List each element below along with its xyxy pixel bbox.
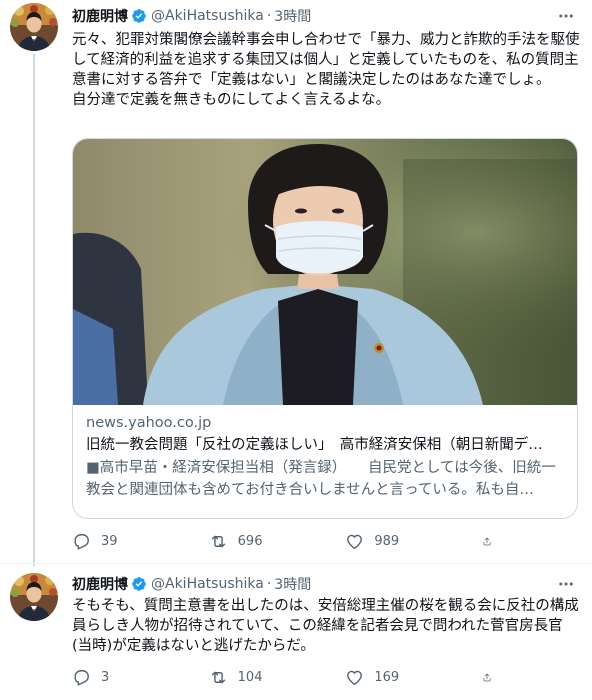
retweet-icon [209,532,228,551]
like-button[interactable]: 169 [345,668,465,687]
tweet[interactable]: 初鹿明博 @AkiHatsushika · 3時間 そもそも、質問主意書を出した… [0,566,592,700]
reply-count: 39 [101,533,118,549]
like-button[interactable]: 989 [345,532,465,551]
author-name[interactable]: 初鹿明博 [72,6,128,26]
avatar[interactable] [10,573,58,621]
retweet-count: 104 [237,669,263,685]
thread-line [33,54,35,566]
retweet-icon [209,668,228,687]
like-count: 169 [374,669,400,685]
retweet-count: 696 [237,533,263,549]
separator-dot: · [266,576,272,592]
like-icon [345,668,364,687]
more-icon[interactable] [556,6,576,26]
tweet-header: 初鹿明博 @AkiHatsushika · 3時間 [72,574,311,594]
card-image [73,139,577,405]
divider [0,563,592,564]
share-icon [482,532,492,551]
card-domain: news.yahoo.co.jp [86,415,212,431]
reply-count: 3 [101,669,110,685]
author-handle[interactable]: @AkiHatsushika [151,576,264,592]
share-button[interactable] [482,532,502,551]
tweet-actions: 39 696 989 [72,531,502,551]
author-handle[interactable]: @AkiHatsushika [151,8,264,24]
more-icon[interactable] [556,574,576,594]
like-count: 989 [374,533,400,549]
verified-badge-icon [131,8,147,24]
share-button[interactable] [482,668,502,687]
retweet-button[interactable]: 104 [209,668,329,687]
card-meta: news.yahoo.co.jp 旧統一教会問題「反社の定義ほしい」 高市経済安… [86,413,566,501]
tweet-header: 初鹿明博 @AkiHatsushika · 3時間 [72,6,311,26]
tweet[interactable]: 初鹿明博 @AkiHatsushika · 3時間 元々、犯罪対策閣僚会議幹事会… [0,0,592,566]
like-icon [345,532,364,551]
reply-button[interactable]: 3 [72,668,192,687]
reply-icon [72,668,91,687]
separator-dot: · [266,8,272,24]
timestamp[interactable]: 3時間 [274,574,311,594]
reply-button[interactable]: 39 [72,532,192,551]
link-card[interactable]: news.yahoo.co.jp 旧統一教会問題「反社の定義ほしい」 高市経済安… [72,138,578,519]
tweet-text: 元々、犯罪対策閣僚会議幹事会申し合わせで「暴力、威力と詐欺的手法を駆使して経済的… [72,32,580,108]
card-description: ■高市早苗・経済安保担当相（発言録） 自民党としては今後、旧統一教会と関連団体も… [86,460,556,498]
tweet-text: そもそも、質問主意書を出したのは、安倍総理主催の桜を観る会に反社の構成員らしき人… [72,598,579,654]
reply-icon [72,532,91,551]
retweet-button[interactable]: 696 [209,532,329,551]
tweet-actions: 3 104 169 [72,667,502,687]
author-name[interactable]: 初鹿明博 [72,574,128,594]
share-icon [482,668,492,687]
avatar[interactable] [10,3,58,51]
timestamp[interactable]: 3時間 [274,6,311,26]
card-title: 旧統一教会問題「反社の定義ほしい」 高市経済安保相（朝日新聞デ… [86,437,543,453]
verified-badge-icon [131,576,147,592]
